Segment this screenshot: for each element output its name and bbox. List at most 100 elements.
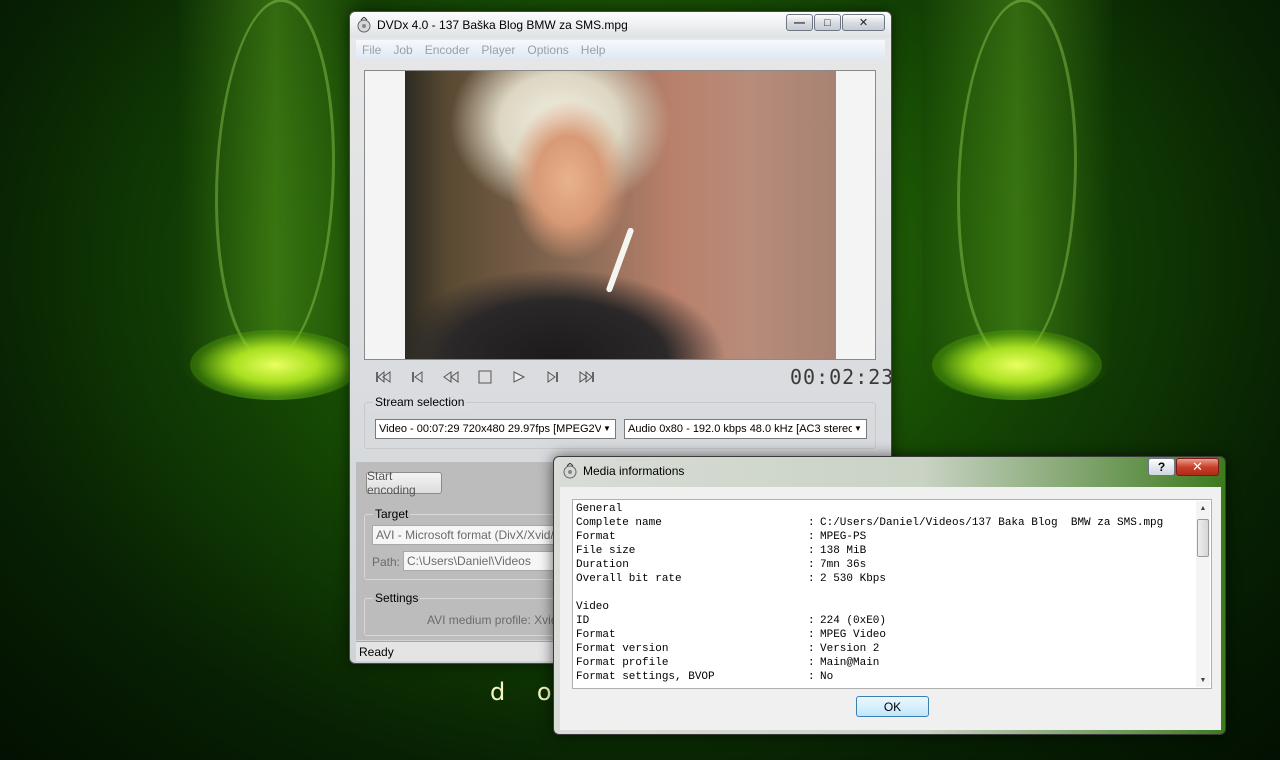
dvdx-app-icon	[356, 16, 372, 33]
info-row: Format version: Version 2	[576, 643, 1191, 657]
desktop-glow-right	[932, 330, 1102, 400]
info-key: Format profile	[576, 657, 669, 669]
start-encoding-button[interactable]: Start encoding	[366, 469, 442, 497]
info-row	[576, 587, 1191, 601]
scroll-down-icon[interactable]: ▼	[1196, 673, 1210, 687]
info-key	[576, 587, 808, 601]
video-stream-select[interactable]: Video - 00:07:29 720x480 29.97fps [MPEG2…	[375, 419, 616, 439]
target-format-select[interactable]: AVI - Microsoft format (DivX/Xvid/MP	[372, 525, 582, 545]
info-key: General	[576, 503, 623, 515]
info-separator: :	[808, 629, 815, 641]
info-key: Complete name	[576, 517, 662, 529]
media-info-dialog: Media informations ? ✕ General Complete n…	[553, 456, 1226, 735]
maximize-button[interactable]: □	[814, 14, 841, 31]
info-separator: :	[808, 657, 815, 669]
ok-button[interactable]: OK	[856, 696, 929, 717]
help-button[interactable]: ?	[1148, 458, 1175, 476]
info-value: Version 2	[820, 643, 880, 655]
media-info-titlebar[interactable]: Media informations	[562, 462, 685, 479]
info-separator: :	[808, 559, 815, 571]
info-value: No	[820, 671, 834, 683]
info-separator: :	[808, 615, 815, 627]
stream-selection-label: Stream selection	[373, 395, 467, 409]
settings-group: Settings AVI medium profile: Xvid v	[364, 591, 584, 636]
minimize-button[interactable]: —	[786, 14, 813, 31]
info-separator	[808, 601, 820, 615]
scroll-up-icon[interactable]: ▲	[1196, 501, 1210, 515]
info-row: Format: MPEG-PS	[576, 531, 1191, 545]
desktop-glow-left	[190, 330, 360, 400]
menu-job[interactable]: Job	[387, 43, 418, 57]
info-value: 7mn 36s	[820, 559, 867, 571]
next-frame-icon[interactable]	[542, 369, 564, 385]
menu-player[interactable]: Player	[475, 43, 521, 57]
info-value: MPEG-PS	[820, 531, 867, 543]
video-frame-image	[405, 71, 836, 359]
stream-selection-group: Stream selection Video - 00:07:29 720x48…	[364, 395, 876, 449]
media-info-title: Media informations	[583, 464, 685, 478]
video-stream-value: Video - 00:07:29 720x480 29.97fps [MPEG2…	[379, 423, 605, 435]
chevron-down-icon: ▼	[601, 420, 613, 438]
info-value: 2 530 Kbps	[820, 573, 887, 585]
info-key: Overall bit rate	[576, 573, 682, 585]
menu-encoder[interactable]: Encoder	[419, 43, 476, 57]
prev-frame-icon[interactable]	[406, 369, 428, 385]
info-key: Duration	[576, 559, 629, 571]
info-row: General	[576, 503, 1191, 517]
path-label: Path:	[372, 555, 401, 569]
scroll-thumb[interactable]	[1197, 519, 1209, 557]
timecode-display: 00:02:23	[790, 365, 895, 389]
stop-icon[interactable]	[474, 369, 496, 385]
info-value: Main@Main	[820, 657, 880, 669]
audio-stream-value: Audio 0x80 - 192.0 kbps 48.0 kHz [AC3 st…	[628, 423, 855, 435]
dialog-close-button[interactable]: ✕	[1176, 458, 1219, 476]
media-info-rows: General Complete name: C:/Users/Daniel/Vid…	[576, 503, 1191, 685]
menu-options[interactable]: Options	[521, 43, 574, 57]
info-row: Format settings, BVOP: No	[576, 671, 1191, 685]
menu-file[interactable]: File	[356, 43, 387, 57]
info-key: Format	[576, 531, 616, 543]
info-row: Duration:7mn 36s	[576, 559, 1191, 573]
info-separator: :	[808, 545, 815, 557]
media-info-text[interactable]: General Complete name: C:/Users/Daniel/Vid…	[572, 499, 1212, 689]
dvdx-app-icon	[562, 462, 578, 479]
info-separator: :	[808, 573, 815, 585]
video-detail	[605, 227, 635, 293]
info-key: Format version	[576, 643, 669, 655]
info-key: Format settings, BVOP	[576, 671, 715, 683]
menu-help[interactable]: Help	[575, 43, 612, 57]
info-separator: :	[808, 643, 815, 655]
skip-start-icon[interactable]	[372, 369, 394, 385]
info-row: Video	[576, 601, 1191, 615]
info-value: 224 (0xE0)	[820, 615, 887, 627]
dvdx-window-title: DVDx 4.0 - 137 Baška Blog BMW za SMS.mpg	[377, 18, 628, 32]
info-separator: :	[808, 531, 815, 543]
skip-end-icon[interactable]	[576, 369, 598, 385]
info-separator	[808, 587, 820, 601]
target-label: Target	[373, 507, 411, 521]
dvdx-titlebar[interactable]: DVDx 4.0 - 137 Baška Blog BMW za SMS.mpg…	[350, 12, 891, 38]
video-preview-panel	[364, 70, 876, 360]
info-separator	[808, 503, 820, 517]
media-info-client: General Complete name: C:/Users/Daniel/Vid…	[560, 487, 1221, 730]
menu-bar: File Job Encoder Player Options Help	[356, 40, 885, 60]
chevron-down-icon: ▼	[852, 420, 864, 438]
info-key: Format	[576, 629, 616, 641]
close-button[interactable]: ✕	[842, 14, 885, 31]
info-separator: :	[808, 671, 815, 683]
playback-controls	[372, 369, 598, 385]
rewind-icon[interactable]	[440, 369, 462, 385]
audio-stream-select[interactable]: Audio 0x80 - 192.0 kbps 48.0 kHz [AC3 st…	[624, 419, 867, 439]
info-row: File size:138 MiB	[576, 545, 1191, 559]
info-value: 138 MiB	[820, 545, 867, 557]
info-value: MPEG Video	[820, 629, 887, 641]
info-key: Video	[576, 601, 610, 613]
settings-profile-text: AVI medium profile: Xvid v	[427, 613, 567, 627]
info-key: File size	[576, 545, 636, 557]
info-row: ID:224 (0xE0)	[576, 615, 1191, 629]
vertical-scrollbar[interactable]: ▲ ▼	[1196, 501, 1210, 687]
play-icon[interactable]	[508, 369, 530, 385]
info-row: Format profile: Main@Main	[576, 657, 1191, 671]
info-value: C:/Users/Daniel/Videos/137 Baka Blog BMW…	[820, 517, 1164, 529]
target-group: Target AVI - Microsoft format (DivX/Xvid…	[364, 507, 584, 580]
